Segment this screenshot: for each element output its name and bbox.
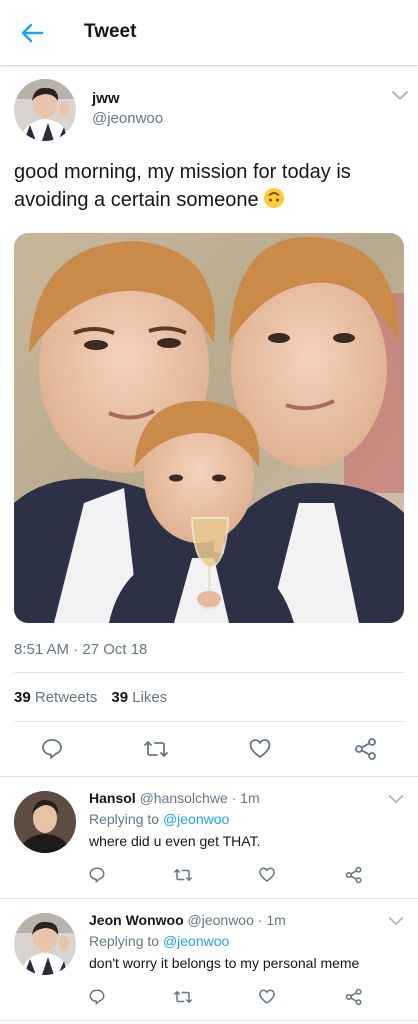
- reply-avatar[interactable]: [14, 913, 76, 975]
- reply-reply-button[interactable]: [86, 864, 108, 886]
- reply-retweet-button[interactable]: [172, 986, 194, 1008]
- reply-menu-button[interactable]: [388, 794, 406, 808]
- chevron-down-icon: [388, 917, 404, 926]
- replying-to: Replying to @jeonwoo: [89, 811, 229, 827]
- divider: [14, 672, 404, 673]
- share-button[interactable]: [352, 735, 380, 763]
- divider: [14, 721, 404, 722]
- likes-label: Likes: [132, 689, 168, 706]
- reply-author-name[interactable]: Hansol: [89, 790, 136, 806]
- divider: [0, 1020, 418, 1021]
- like-icon: [259, 989, 275, 1004]
- reply-author-handle[interactable]: @hansolchwe: [140, 790, 228, 806]
- replying-to: Replying to @jeonwoo: [89, 933, 229, 949]
- reply-time: · 1m: [231, 790, 260, 806]
- share-icon: [345, 866, 362, 884]
- replying-to-prefix: Replying to: [89, 933, 160, 949]
- reply-avatar[interactable]: [14, 791, 76, 853]
- reply-icon: [89, 989, 105, 1005]
- reply-header: Hansol @hansolchwe · 1m: [89, 790, 260, 806]
- author-handle[interactable]: @jeonwoo: [92, 110, 163, 127]
- reply-header: Jeon Wonwoo @jeonwoo · 1m: [89, 912, 286, 928]
- like-icon: [259, 867, 275, 882]
- reply-author-handle[interactable]: @jeonwoo: [188, 912, 254, 928]
- like-button[interactable]: [246, 735, 274, 763]
- replying-to-link[interactable]: @jeonwoo: [163, 811, 229, 827]
- reply-like-button[interactable]: [256, 986, 278, 1008]
- retweet-icon: [144, 741, 168, 757]
- like-icon: [249, 739, 271, 758]
- retweet-button[interactable]: [142, 735, 170, 763]
- share-icon: [355, 738, 376, 760]
- reply-reply-button[interactable]: [86, 986, 108, 1008]
- tweet-actions: [0, 731, 418, 767]
- retweets-stat[interactable]: 39 Retweets: [14, 689, 97, 706]
- reply-icon: [89, 867, 105, 883]
- top-app-bar: Tweet: [0, 0, 418, 66]
- reply-text: where did u even get THAT.: [89, 833, 261, 849]
- retweets-label: Retweets: [34, 689, 98, 706]
- retweet-icon: [174, 869, 192, 881]
- tweet-text-body: good morning, my mission for today is av…: [14, 161, 351, 211]
- reply-icon: [42, 739, 62, 759]
- upside-down-face-emoji: [263, 187, 285, 209]
- author-name[interactable]: jww: [92, 90, 120, 107]
- reply-time: · 1m: [257, 912, 286, 928]
- arrow-left-icon: [21, 23, 44, 43]
- likes-count: 39: [111, 689, 129, 706]
- retweets-count: 39: [14, 689, 31, 706]
- page-title: Tweet: [84, 21, 137, 42]
- share-icon: [345, 988, 362, 1006]
- divider: [0, 898, 418, 899]
- reply-share-button[interactable]: [343, 986, 365, 1008]
- retweet-icon: [174, 991, 192, 1003]
- reply-menu-button[interactable]: [388, 916, 406, 930]
- likes-stat[interactable]: 39 Likes: [111, 689, 167, 706]
- tweet-photo[interactable]: [14, 233, 404, 623]
- replying-to-link[interactable]: @jeonwoo: [163, 933, 229, 949]
- tweet-stats: 39 Retweets 39 Likes: [14, 689, 167, 706]
- replying-to-prefix: Replying to: [89, 811, 160, 827]
- reply-share-button[interactable]: [343, 864, 365, 886]
- chevron-down-icon: [388, 795, 404, 804]
- reply-retweet-button[interactable]: [172, 864, 194, 886]
- reply-like-button[interactable]: [256, 864, 278, 886]
- reply-author-name[interactable]: Jeon Wonwoo: [89, 912, 184, 928]
- chevron-down-icon: [392, 91, 408, 100]
- back-button[interactable]: [16, 18, 48, 48]
- reply-text: don't worry it belongs to my personal me…: [89, 955, 360, 971]
- tweet-timestamp: 8:51 AM · 27 Oct 18: [14, 641, 148, 658]
- tweet-text: good morning, my mission for today is av…: [14, 158, 404, 214]
- author-avatar[interactable]: [14, 79, 76, 141]
- tweet-menu-button[interactable]: [391, 90, 409, 104]
- reply-button[interactable]: [38, 735, 66, 763]
- divider: [0, 776, 418, 777]
